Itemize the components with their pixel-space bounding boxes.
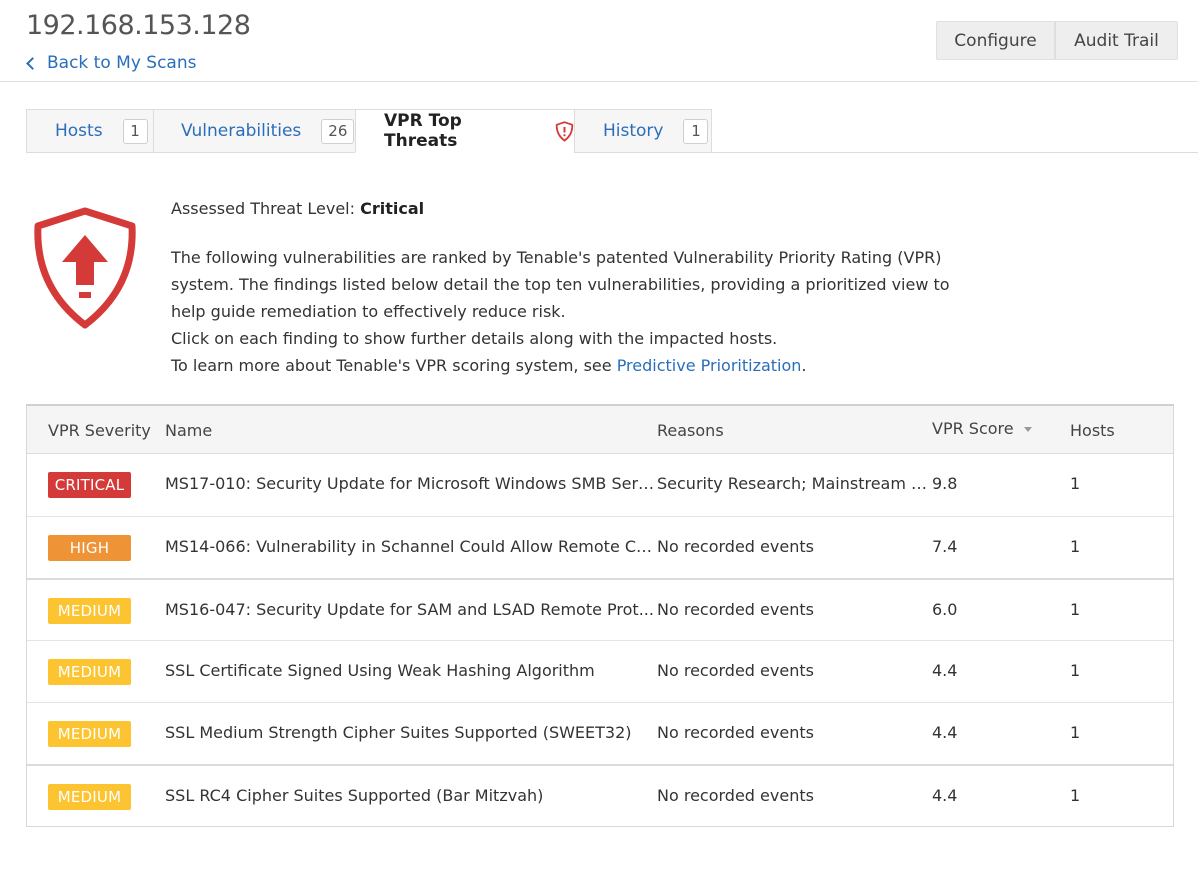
reasons-cell: Security Research; Mainstream M...: [657, 474, 929, 493]
hosts-count-cell: 1: [1070, 537, 1081, 556]
vpr-threats-table: VPR Severity Name Reasons VPR Score Host…: [26, 404, 1174, 827]
vpr-score-cell: 9.8: [932, 474, 958, 493]
table-body: CRITICAL MS17-010: Security Update for Mi…: [27, 454, 1173, 826]
critical-threat-shield-icon: [32, 207, 138, 333]
tab-history[interactable]: History 1: [574, 109, 712, 153]
tab-vulnerabilities-count: 26: [321, 118, 355, 144]
column-header-score[interactable]: VPR Score: [932, 419, 1032, 438]
configure-button[interactable]: Configure: [936, 21, 1055, 60]
severity-badge: CRITICAL: [48, 472, 131, 498]
sort-descending-icon: [1023, 427, 1032, 432]
reasons-cell: No recorded events: [657, 537, 814, 556]
vpr-description: The following vulnerabilities are ranked…: [171, 244, 971, 379]
vulnerability-name: SSL Medium Strength Cipher Suites Suppor…: [165, 723, 632, 742]
header-button-group: Configure Audit Trail: [936, 21, 1178, 60]
vpr-click-hint: Click on each finding to show further de…: [171, 329, 778, 348]
severity-badge: MEDIUM: [48, 784, 131, 810]
table-row[interactable]: MEDIUM SSL Certificate Signed Using Weak …: [27, 640, 1173, 702]
reasons-cell: No recorded events: [657, 786, 814, 805]
back-link-label: Back to My Scans: [47, 53, 197, 73]
tab-hosts-count: 1: [122, 118, 148, 144]
vulnerability-name: MS14-066: Vulnerability in Schannel Coul…: [165, 537, 657, 556]
audit-trail-button[interactable]: Audit Trail: [1055, 21, 1178, 60]
severity-cell: MEDIUM: [48, 598, 131, 624]
shield-alert-icon: [555, 120, 574, 142]
reasons-cell: No recorded events: [657, 661, 814, 680]
severity-cell: HIGH: [48, 535, 131, 561]
vulnerability-name: MS17-010: Security Update for Microsoft …: [165, 474, 657, 493]
hosts-count-cell: 1: [1070, 723, 1081, 742]
table-row[interactable]: MEDIUM MS16-047: Security Update for SAM …: [27, 578, 1173, 640]
column-header-name[interactable]: Name: [165, 421, 212, 440]
vpr-score-cell: 4.4: [932, 661, 958, 680]
hosts-count-cell: 1: [1070, 786, 1081, 805]
severity-cell: MEDIUM: [48, 721, 131, 747]
severity-badge: HIGH: [48, 535, 131, 561]
threat-level-value: Critical: [360, 199, 425, 218]
severity-badge: MEDIUM: [48, 659, 131, 685]
reasons-cell: No recorded events: [657, 600, 814, 619]
vpr-score-cell: 6.0: [932, 600, 958, 619]
column-header-hosts[interactable]: Hosts: [1070, 421, 1115, 440]
vulnerability-name: MS16-047: Security Update for SAM and LS…: [165, 600, 654, 619]
tab-hosts-label: Hosts: [55, 121, 103, 141]
chevron-left-icon: [26, 57, 39, 70]
vpr-learn-more: To learn more about Tenable's VPR scorin…: [171, 352, 971, 379]
column-header-reasons[interactable]: Reasons: [657, 421, 724, 440]
tab-vpr-top-threats[interactable]: VPR Top Threats: [355, 109, 574, 153]
tab-vulnerabilities-label: Vulnerabilities: [181, 121, 302, 141]
vpr-description-text: The following vulnerabilities are ranked…: [171, 248, 950, 321]
severity-badge: MEDIUM: [48, 598, 131, 624]
predictive-prioritization-link[interactable]: Predictive Prioritization: [617, 356, 802, 375]
tab-hosts[interactable]: Hosts 1: [26, 109, 153, 153]
table-row[interactable]: HIGH MS14-066: Vulnerability in Schannel …: [27, 516, 1173, 578]
severity-cell: MEDIUM: [48, 784, 131, 810]
tab-history-count: 1: [683, 118, 709, 144]
table-row[interactable]: MEDIUM SSL RC4 Cipher Suites Supported (B…: [27, 764, 1173, 826]
threat-level-line: Assessed Threat Level: Critical: [171, 199, 424, 218]
hosts-count-cell: 1: [1070, 661, 1081, 680]
severity-cell: MEDIUM: [48, 659, 131, 685]
page-header: 192.168.153.128 Back to My Scans Configu…: [0, 0, 1198, 82]
table-row[interactable]: CRITICAL MS17-010: Security Update for Mi…: [27, 454, 1173, 516]
hosts-count-cell: 1: [1070, 600, 1081, 619]
vpr-score-cell: 4.4: [932, 786, 958, 805]
back-to-scans-link[interactable]: Back to My Scans: [26, 53, 197, 73]
table-header: VPR Severity Name Reasons VPR Score Host…: [27, 406, 1173, 454]
hosts-count-cell: 1: [1070, 474, 1081, 493]
learn-more-prefix: To learn more about Tenable's VPR scorin…: [171, 356, 617, 375]
severity-badge: MEDIUM: [48, 721, 131, 747]
vpr-score-cell: 7.4: [932, 537, 958, 556]
vpr-score-cell: 4.4: [932, 723, 958, 742]
vulnerability-name: SSL Certificate Signed Using Weak Hashin…: [165, 661, 595, 680]
learn-more-suffix: .: [801, 356, 807, 375]
page-title: 192.168.153.128: [26, 10, 251, 41]
tab-vulnerabilities[interactable]: Vulnerabilities 26: [153, 109, 355, 153]
tab-vpr-label: VPR Top Threats: [384, 111, 462, 151]
threat-level-label: Assessed Threat Level:: [171, 199, 355, 218]
severity-cell: CRITICAL: [48, 472, 131, 498]
vulnerability-name: SSL RC4 Cipher Suites Supported (Bar Mit…: [165, 786, 544, 805]
column-header-severity[interactable]: VPR Severity: [48, 421, 151, 440]
reasons-cell: No recorded events: [657, 723, 814, 742]
tab-history-label: History: [603, 121, 664, 141]
scan-tabs: Hosts 1 Vulnerabilities 26 VPR Top Threa…: [26, 109, 712, 153]
column-header-score-label: VPR Score: [932, 419, 1014, 438]
table-row[interactable]: MEDIUM SSL Medium Strength Cipher Suites …: [27, 702, 1173, 764]
